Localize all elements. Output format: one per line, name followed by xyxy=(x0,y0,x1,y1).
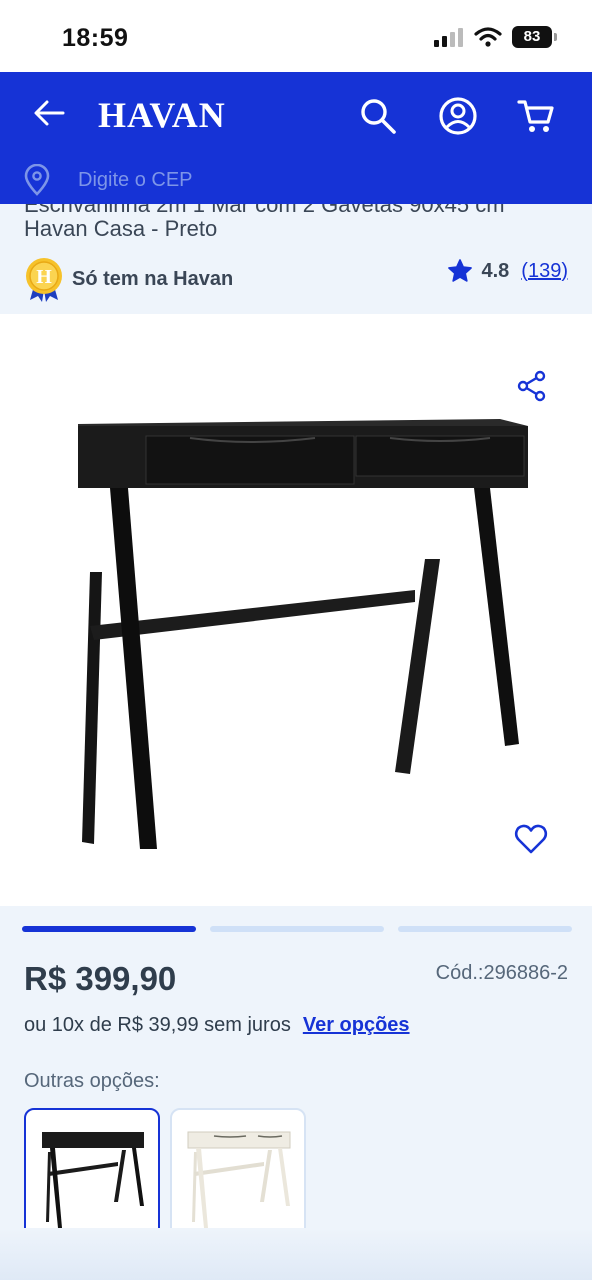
back-button[interactable] xyxy=(28,92,70,134)
exclusive-label: Só tem na Havan xyxy=(72,267,234,290)
share-button[interactable] xyxy=(516,370,548,402)
rating-value: 4.8 xyxy=(481,259,510,282)
favorite-button[interactable] xyxy=(514,822,548,856)
havan-medal-icon: H xyxy=(26,258,62,302)
product-title: Havan Casa - Preto xyxy=(24,216,218,241)
other-options-label: Outras opções: xyxy=(24,1070,160,1092)
heart-icon xyxy=(514,824,548,854)
option-black[interactable] xyxy=(24,1108,160,1244)
app-header: HAVAN Digite o CEP xyxy=(0,72,592,204)
cep-input[interactable]: Digite o CEP xyxy=(22,164,193,196)
product-image-gallery[interactable] xyxy=(0,314,592,906)
star-icon xyxy=(448,259,473,282)
svg-text:H: H xyxy=(36,266,52,288)
product-price: R$ 399,90 xyxy=(24,960,177,997)
carousel-dot-3[interactable] xyxy=(398,926,572,932)
search-button[interactable] xyxy=(354,92,402,140)
installments-row: ou 10x de R$ 39,99 sem juros Ver opções xyxy=(24,1014,410,1037)
product-code: Cód.:296886-2 xyxy=(435,962,568,984)
product-image xyxy=(78,419,528,849)
cep-placeholder: Digite o CEP xyxy=(78,168,193,191)
location-pin-icon xyxy=(24,164,50,196)
installment-options-link[interactable]: Ver opções xyxy=(303,1014,410,1037)
reviews-link[interactable]: (139) xyxy=(521,260,568,283)
carousel-dot-1[interactable] xyxy=(22,926,196,932)
status-time: 18:59 xyxy=(62,24,129,52)
rating: 4.8 (139) xyxy=(447,258,568,284)
battery-level: 83 xyxy=(523,28,541,45)
cart-icon xyxy=(517,100,554,132)
carousel-indicators xyxy=(22,926,572,932)
battery-icon: 83 xyxy=(512,26,557,48)
product-title-area: Escrivaninha 2m 1 Mar com 2 Gavetas 90x4… xyxy=(0,204,592,314)
installments-text: ou 10x de R$ 39,99 sem juros xyxy=(24,1014,291,1036)
option-black-image xyxy=(42,1132,144,1228)
share-icon xyxy=(517,370,546,402)
cart-button[interactable] xyxy=(512,92,560,140)
bottom-fade xyxy=(0,1228,592,1280)
status-icons: 83 xyxy=(434,26,557,48)
arrow-left-icon xyxy=(34,100,65,126)
status-bar: 18:59 83 xyxy=(0,0,592,72)
havan-logo[interactable]: HAVAN xyxy=(98,94,226,136)
option-white[interactable] xyxy=(170,1108,306,1244)
option-white-image xyxy=(187,1131,291,1228)
signal-icon xyxy=(434,28,463,47)
search-icon xyxy=(361,99,396,134)
account-button[interactable] xyxy=(434,92,482,140)
exclusive-badge: H Só tem na Havan xyxy=(24,256,233,302)
user-icon xyxy=(439,97,477,135)
wifi-icon xyxy=(474,27,502,47)
carousel-dot-2[interactable] xyxy=(210,926,384,932)
